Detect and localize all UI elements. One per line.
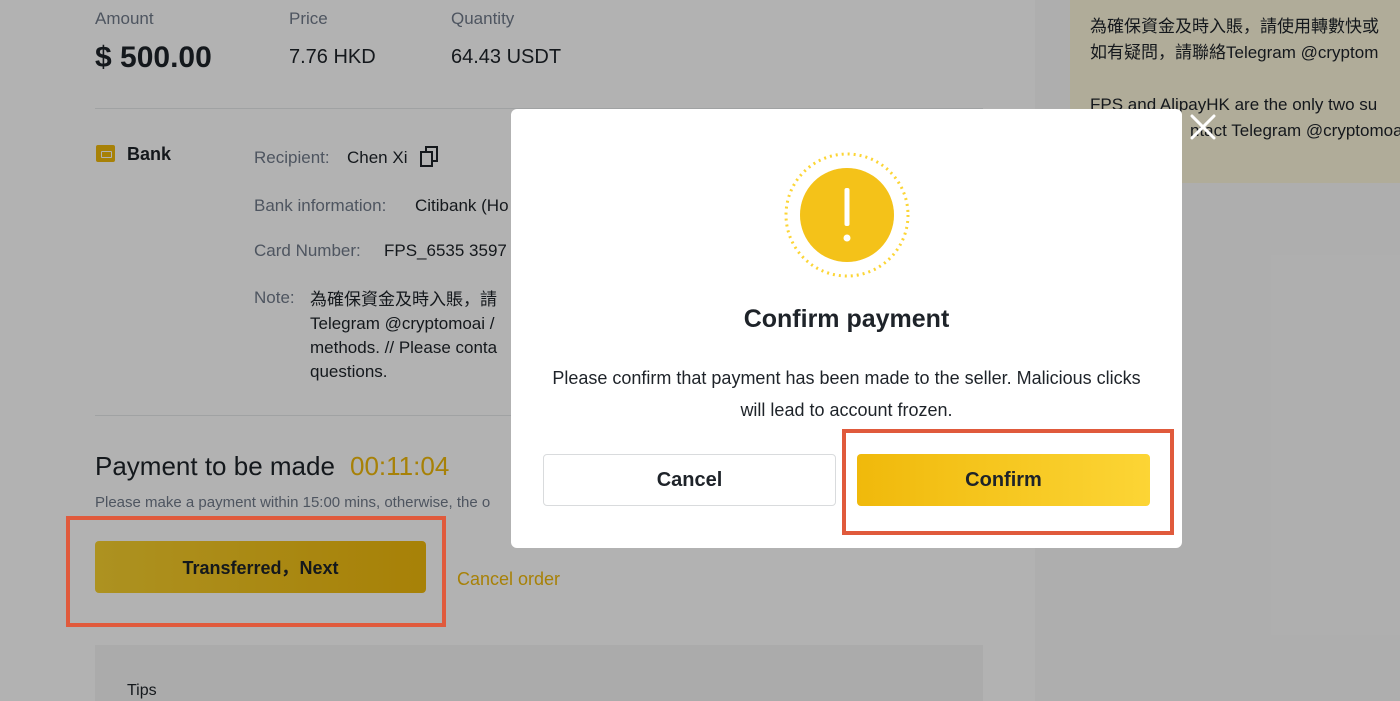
highlight-box-confirm (842, 429, 1174, 535)
modal-title: Confirm payment (743, 305, 950, 333)
cancel-button[interactable]: Cancel (543, 454, 836, 506)
highlight-box-transferred (66, 516, 446, 627)
close-icon[interactable] (1188, 112, 1218, 142)
modal-message: Please confirm that payment has been mad… (552, 368, 1141, 420)
warning-icon (784, 152, 910, 278)
